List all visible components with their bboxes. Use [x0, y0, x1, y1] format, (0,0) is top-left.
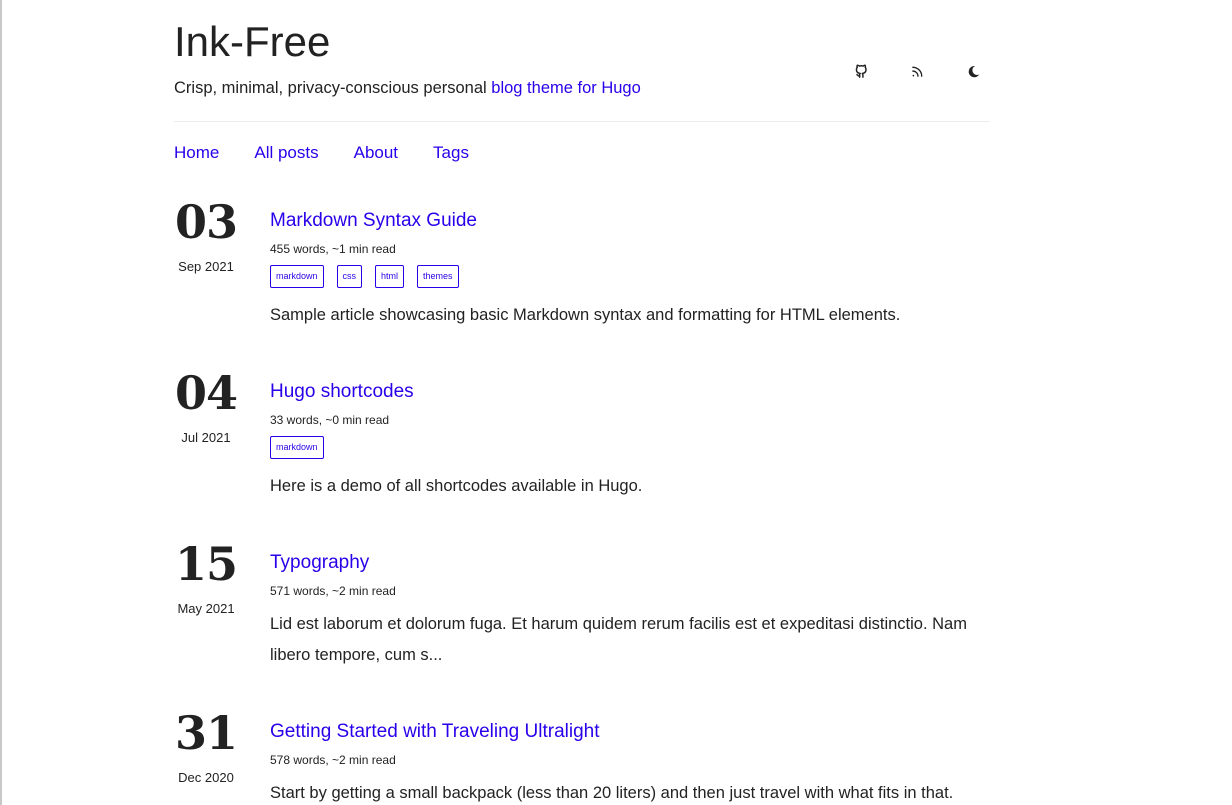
- post-month: Dec 2020: [178, 770, 234, 785]
- post-body: Getting Started with Traveling Ultraligh…: [270, 707, 990, 805]
- header-divider: [174, 121, 990, 122]
- post-tags: markdown css html themes: [270, 265, 990, 288]
- post-excerpt: Lid est laborum et dolorum fuga. Et haru…: [270, 615, 967, 664]
- tagline-text: Crisp, minimal, privacy-conscious person…: [174, 79, 492, 97]
- post-date: 03 Sep 2021: [174, 196, 238, 331]
- post-meta: 33 words, ~0 min read: [270, 413, 390, 427]
- post-item: 31 Dec 2020 Getting Started with Traveli…: [174, 707, 990, 805]
- post-month: Sep 2021: [178, 259, 234, 274]
- nav-about[interactable]: About: [354, 143, 398, 163]
- post-excerpt: Here is a demo of all shortcodes availab…: [270, 477, 643, 495]
- tagline-link[interactable]: blog theme for Hugo: [491, 79, 641, 97]
- tag-markdown[interactable]: markdown: [270, 265, 324, 288]
- post-item: 04 Jul 2021 Hugo shortcodes 33 words, ~0…: [174, 367, 990, 502]
- post-title-link[interactable]: Markdown Syntax Guide: [270, 209, 477, 233]
- tag-themes[interactable]: themes: [417, 265, 459, 288]
- post-day: 03: [174, 195, 238, 249]
- github-icon[interactable]: [850, 60, 872, 82]
- post-excerpt: Start by getting a small backpack (less …: [270, 784, 954, 802]
- post-day: 04: [174, 366, 238, 420]
- post-title-link[interactable]: Hugo shortcodes: [270, 380, 414, 404]
- post-month: Jul 2021: [181, 430, 231, 445]
- post-date: 31 Dec 2020: [174, 707, 238, 805]
- site-title[interactable]: Ink-Free: [174, 18, 990, 66]
- post-day: 15: [174, 537, 238, 591]
- post-meta: 455 words, ~1 min read: [270, 242, 396, 256]
- post-item: 03 Sep 2021 Markdown Syntax Guide 455 wo…: [174, 196, 990, 331]
- nav-all-posts[interactable]: All posts: [254, 143, 318, 163]
- header-icons: [850, 60, 984, 82]
- post-title-link[interactable]: Getting Started with Traveling Ultraligh…: [270, 720, 600, 744]
- post-meta: 571 words, ~2 min read: [270, 584, 396, 598]
- dark-mode-moon-icon[interactable]: [962, 60, 984, 82]
- tag-css[interactable]: css: [336, 265, 363, 288]
- rss-icon[interactable]: [906, 60, 928, 82]
- post-date: 15 May 2021: [174, 538, 238, 671]
- nav-home[interactable]: Home: [174, 143, 219, 163]
- tag-markdown[interactable]: markdown: [270, 436, 324, 459]
- post-day: 31: [174, 706, 238, 760]
- post-date: 04 Jul 2021: [174, 367, 238, 502]
- post-body: Hugo shortcodes 33 words, ~0 min read ma…: [270, 367, 990, 502]
- post-item: 15 May 2021 Typography 571 words, ~2 min…: [174, 538, 990, 671]
- post-body: Markdown Syntax Guide 455 words, ~1 min …: [270, 196, 990, 331]
- post-title-link[interactable]: Typography: [270, 551, 369, 575]
- nav-tags[interactable]: Tags: [433, 143, 469, 163]
- post-list: 03 Sep 2021 Markdown Syntax Guide 455 wo…: [174, 196, 990, 805]
- site-header: Ink-Free Crisp, minimal, privacy-conscio…: [174, 18, 990, 98]
- main-nav: Home All posts About Tags: [174, 143, 504, 163]
- post-month: May 2021: [177, 601, 235, 616]
- post-meta: 578 words, ~2 min read: [270, 753, 396, 767]
- post-tags: markdown: [270, 436, 990, 459]
- tag-html[interactable]: html: [375, 265, 405, 288]
- post-excerpt: Sample article showcasing basic Markdown…: [270, 306, 901, 324]
- post-body: Typography 571 words, ~2 min read Lid es…: [270, 538, 990, 671]
